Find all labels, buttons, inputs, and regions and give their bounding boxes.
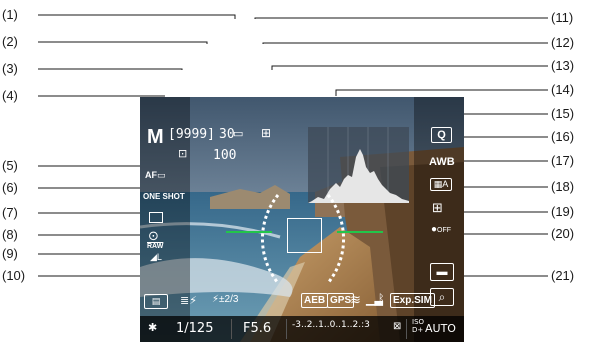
iso-auto: AUTO: [425, 322, 456, 335]
camera-lcd-screen: M [9999] 30 ▭ ⊞ ⊡ 100 AF▭ ONE SHOT ⊙ RAW…: [140, 97, 464, 342]
level-arc: [260, 194, 346, 284]
leader-line: [38, 68, 183, 70]
exposure-comp-icon: ⊠: [393, 321, 402, 332]
leader-line: [38, 14, 236, 19]
af-operation: ONE SHOT: [143, 192, 185, 201]
drive-single-icon: [149, 212, 163, 223]
leader-line: [254, 17, 548, 19]
auto-lighting-optimizer-icon: ⊞: [432, 200, 443, 215]
shutter-speed: 1/125: [176, 321, 214, 336]
exposure-level-indicator: -3..2..1..0..1..2.:3: [292, 320, 370, 330]
wifi-icon: ≋: [350, 292, 361, 307]
picture-style: ▦A: [430, 178, 452, 191]
image-size-icon: ◢L: [150, 252, 162, 262]
leader-line: [38, 41, 208, 44]
quick-control-button[interactable]: Q: [431, 127, 452, 143]
iso-label: ISO D+: [412, 318, 425, 334]
exposure-simulation-indicator: Exp.SIM: [390, 293, 435, 308]
af-method-icon: AF▭: [145, 170, 166, 180]
histogram: [308, 127, 409, 203]
battery-icon: ▭: [233, 128, 244, 140]
bluetooth-icon: ᛒ: [378, 293, 385, 305]
white-balance: AWB: [429, 156, 455, 168]
shooting-settings-button[interactable]: ▤: [144, 294, 168, 309]
flash-exposure-comp: ⚡±2/3: [212, 294, 239, 305]
indicator-row: ▤ ≣⚡ ⚡±2/3 AEB GPS ≋ ▁▃ ᛒ Exp.SIM: [140, 292, 464, 315]
drive-mode-icon: ⊡: [178, 148, 188, 160]
image-quality: RAW: [147, 243, 164, 250]
leader-line: [335, 89, 548, 96]
aperture-value: F5.6: [243, 321, 272, 336]
shooting-mode: M: [147, 126, 164, 148]
touch-shutter-icon: ●OFF: [431, 224, 452, 235]
bottom-settings-bar: ✱ 1/125 F5.6 -3..2..1..0..1..2.:3 ⊠ ISO D…: [140, 316, 464, 342]
leader-line: [262, 42, 548, 44]
shots-remaining: [9999]: [168, 127, 215, 142]
flash-mode-icon: ≣⚡: [180, 295, 197, 307]
metering-mode-icon: ⊙: [148, 228, 159, 243]
leader-line: [271, 65, 548, 70]
iso-display: 100: [213, 148, 237, 163]
playback-folder-button[interactable]: ▬: [430, 263, 454, 281]
temperature-warning-icon: ⊞: [261, 126, 272, 140]
aeb-indicator: AEB: [301, 293, 329, 308]
ae-lock-icon: ✱: [148, 321, 158, 334]
